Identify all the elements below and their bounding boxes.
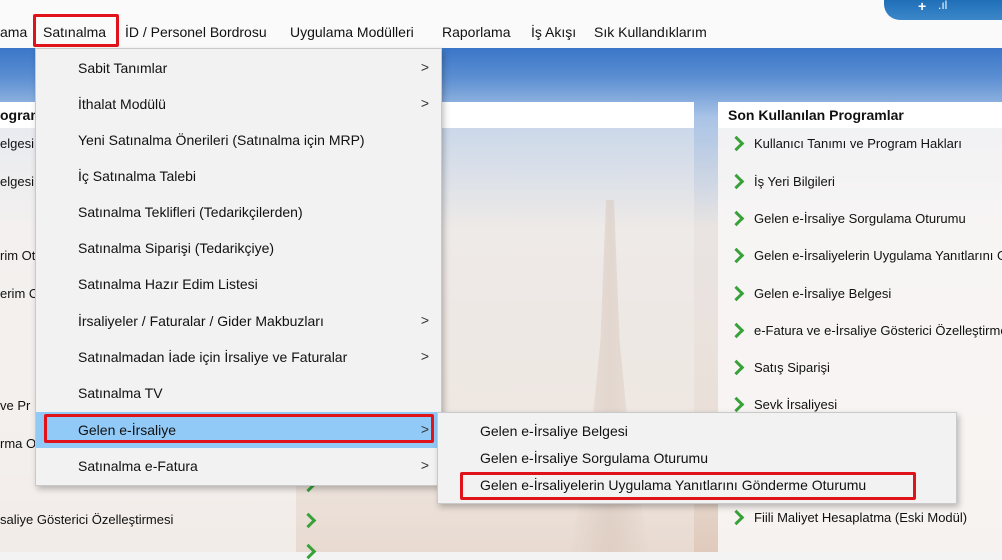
dropdown-item-ithalat-modulu[interactable]: İthalat Modülü > [36,86,439,122]
main-menubar: ama Satınalma İD / Personel Bordrosu Uyg… [0,0,1002,48]
chevron-right-icon [728,395,746,413]
annotation-highlight-uygulama-yanitlari [460,472,916,500]
left-panel-row[interactable]: ve Pr [0,398,30,413]
dropdown-item-label: Satınalma TV [78,385,163,401]
dropdown-item-label: Sabit Tanımlar [78,60,168,76]
recent-program-item[interactable]: e-Fatura ve e-İrsaliye Gösterici Özelleş… [728,321,1002,343]
submenu-arrow-icon: > [420,59,429,75]
dropdown-item-iade-irsaliye-faturalar[interactable]: Satınalmadan İade için İrsaliye ve Fatur… [36,339,439,375]
chevron-right-icon [728,209,746,227]
left-panel-row[interactable]: rim Ot [0,248,35,263]
pin-icon[interactable]: + [918,0,926,14]
dropdown-item-satinalma-onerileri[interactable]: Yeni Satınalma Önerileri (Satınalma için… [36,122,439,158]
submenu-arrow-icon: > [420,95,429,111]
recent-program-item[interactable]: Kullanıcı Tanımı ve Program Hakları [728,134,962,156]
dropdown-item-label: İç Satınalma Talebi [78,168,197,184]
dropdown-item-hazir-edim-listesi[interactable]: Satınalma Hazır Edim Listesi [36,266,439,302]
dropdown-item-irsaliyeler-faturalar[interactable]: İrsaliyeler / Faturalar / Gider Makbuzla… [36,303,439,339]
annotation-highlight-gelen-e-irsaliye [44,414,434,443]
recent-program-label: Sevk İrsaliyesi [754,396,838,412]
dropdown-item-label: Satınalma e-Fatura [78,458,198,474]
recent-programs-title: Son Kullanılan Programlar [728,107,904,123]
recent-program-label: Satış Siparişi [754,359,830,375]
recent-program-item[interactable]: Gelen e-İrsaliye Sorgulama Oturumu [728,209,966,231]
left-panel-row[interactable]: rma O [0,436,36,451]
submenu-arrow-icon: > [420,457,429,473]
left-panel-row[interactable]: elgesi [0,136,34,151]
submenu-item-e-irsaliye-belgesi[interactable]: Gelen e-İrsaliye Belgesi [480,423,628,439]
window-controls: + .ıl [884,0,1002,20]
recent-program-item[interactable]: Gelen e-İrsaliye Belgesi [728,284,891,306]
dropdown-item-label: Satınalma Hazır Edim Listesi [78,276,258,292]
recent-programs-header: Son Kullanılan Programlar [718,102,1002,128]
recent-program-label: Gelen e-İrsaliye Sorgulama Oturumu [754,210,966,226]
chevron-right-icon[interactable] [300,542,318,560]
menu-item-raporlama[interactable]: Raporlama [442,24,510,40]
recent-program-item[interactable]: İş Yeri Bilgileri [728,172,835,194]
chevron-right-icon [728,172,746,190]
chevron-right-icon [728,321,746,339]
chevron-right-icon[interactable] [300,511,318,529]
recent-program-item[interactable]: Satış Siparişi [728,358,830,380]
menu-item-previous[interactable]: ama [0,24,27,40]
annotation-highlight-satinalma [33,14,119,47]
chevron-right-icon [728,246,746,264]
submenu-item-sorgulama-oturumu[interactable]: Gelen e-İrsaliye Sorgulama Oturumu [480,450,708,466]
dropdown-item-label: Yeni Satınalma Önerileri (Satınalma için… [78,132,365,148]
signal-icon[interactable]: .ıl [938,0,947,12]
chevron-right-icon [728,358,746,376]
dropdown-item-label: İrsaliyeler / Faturalar / Gider Makbuzla… [78,313,324,329]
dropdown-item-satinalma-siparisi[interactable]: Satınalma Siparişi (Tedarikçiye) [36,230,439,266]
submenu-arrow-icon: > [420,348,429,364]
menu-item-uygulama-modulleri[interactable]: Uygulama Modülleri [290,24,414,40]
dropdown-item-label: Satınalma Siparişi (Tedarikçiye) [78,240,275,256]
recent-program-label: İş Yeri Bilgileri [754,173,835,189]
left-panel-row[interactable]: elgesi [0,174,34,189]
recent-program-label: e-Fatura ve e-İrsaliye Gösterici Özelleş… [754,322,1002,338]
recent-program-label: Fiili Maliyet Hesaplatma (Eski Modül) [754,509,968,525]
menu-item-is-akisi[interactable]: İş Akışı [531,24,576,40]
recent-program-label: Gelen e-İrsaliye Belgesi [754,285,892,301]
menu-item-personel-bordrosu[interactable]: İD / Personel Bordrosu [125,24,267,40]
dropdown-item-label: İthalat Modülü [78,96,166,112]
submenu-arrow-icon: > [420,312,429,328]
chevron-right-icon [728,134,746,152]
left-panel-row[interactable]: saliye Gösterici Özelleştirmesi [0,512,173,527]
dropdown-item-sabit-tanimlar[interactable]: Sabit Tanımlar > [36,50,439,86]
dropdown-item-satinalma-tv[interactable]: Satınalma TV [36,375,439,411]
recent-program-item[interactable]: Gelen e-İrsaliyelerin Uygulama Yanıtları… [728,246,1002,268]
recent-program-label: Kullanıcı Tanımı ve Program Hakları [754,135,962,151]
recent-program-item[interactable]: Fiili Maliyet Hesaplatma (Eski Modül) [728,508,967,530]
dropdown-item-satinalma-teklifleri[interactable]: Satınalma Teklifleri (Tedarikçilerden) [36,194,439,230]
dropdown-item-label: Satınalma Teklifleri (Tedarikçilerden) [78,204,303,220]
chevron-right-icon [728,508,746,526]
dropdown-item-ic-satinalma-talebi[interactable]: İç Satınalma Talebi [36,158,439,194]
chevron-right-icon [728,284,746,302]
menu-item-sik-kullandiklarim[interactable]: Sık Kullandıklarım [594,24,707,40]
recent-program-label: Gelen e-İrsaliyelerin Uygulama Yanıtları… [754,247,1002,263]
dropdown-item-label: Satınalmadan İade için İrsaliye ve Fatur… [78,349,348,365]
dropdown-item-satinalma-e-fatura[interactable]: Satınalma e-Fatura > [36,448,439,484]
